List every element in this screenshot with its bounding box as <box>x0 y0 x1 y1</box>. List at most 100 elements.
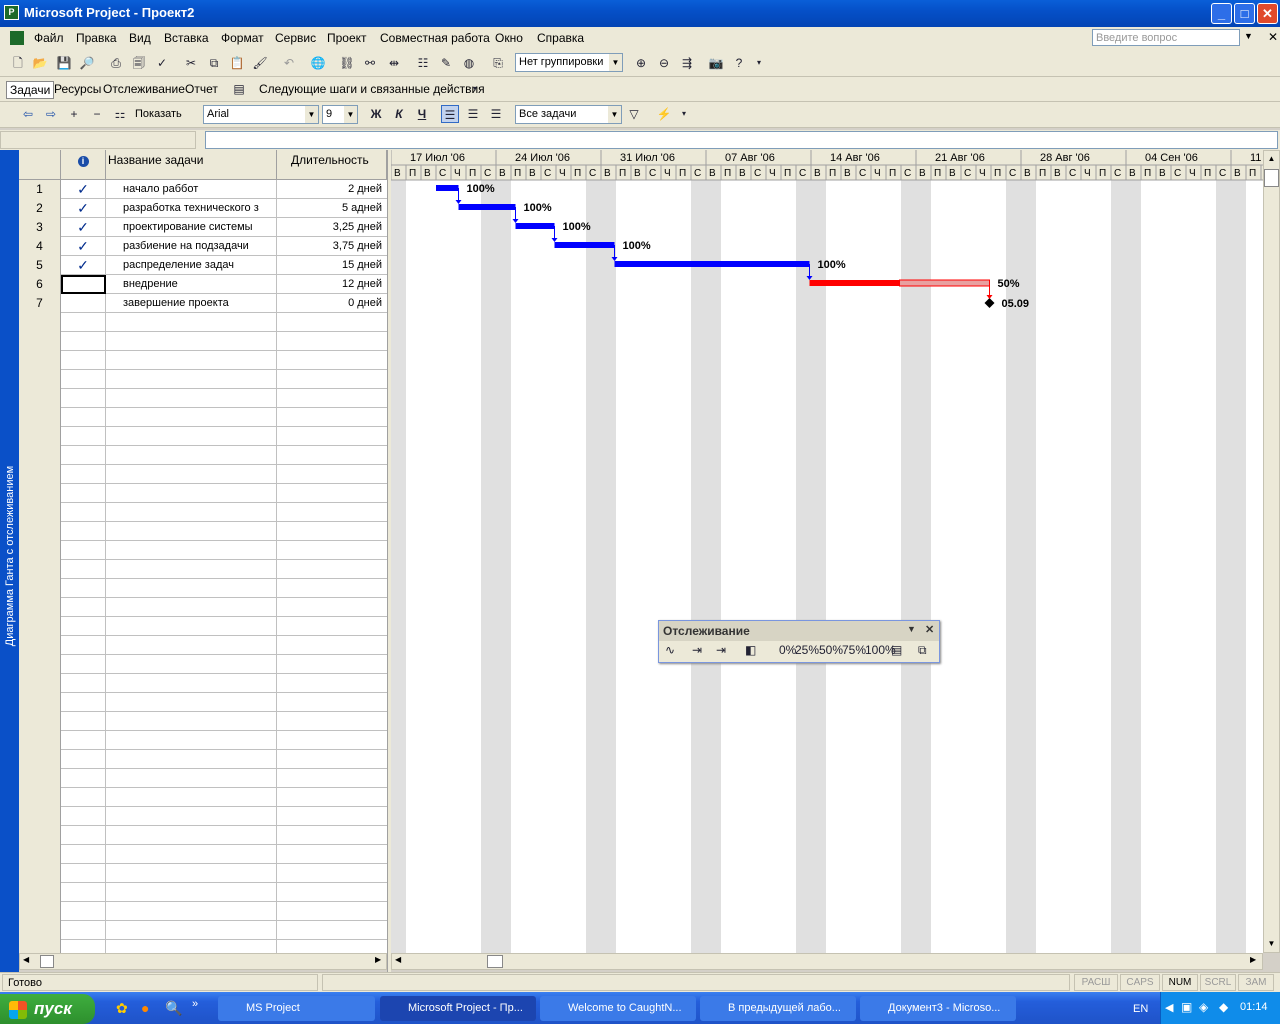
duration-cell[interactable] <box>277 446 385 465</box>
duration-cell[interactable] <box>277 541 385 560</box>
table-row[interactable] <box>19 788 387 807</box>
duration-cell[interactable] <box>277 522 385 541</box>
table-row[interactable] <box>19 826 387 845</box>
format-painter-icon[interactable]: 🖌 <box>251 54 269 72</box>
task-name-cell[interactable] <box>106 636 277 655</box>
row-id[interactable] <box>19 940 61 953</box>
quicklaunch-icon[interactable]: ✿ <box>116 1000 128 1017</box>
scroll-left-icon[interactable]: ◀ <box>23 955 29 964</box>
task-name-cell[interactable]: разбиение на подзадачи <box>106 237 277 256</box>
task-name-cell[interactable] <box>106 351 277 370</box>
next-steps-menu[interactable]: Следующие шаги и связанные действия <box>259 82 485 96</box>
copy-icon[interactable]: ⧉ <box>205 54 223 72</box>
row-id[interactable] <box>19 864 61 883</box>
scroll-thumb[interactable] <box>40 955 54 968</box>
duration-cell[interactable] <box>277 883 385 902</box>
spelling-icon[interactable]: ✓ <box>153 54 171 72</box>
row-id[interactable] <box>19 446 61 465</box>
zoom-out-icon[interactable]: ⊖ <box>655 54 673 72</box>
duration-cell[interactable] <box>277 579 385 598</box>
duration-cell[interactable] <box>277 351 385 370</box>
duration-cell[interactable]: 3,25 дней <box>277 218 385 237</box>
taskbar-item-ms-project-folder[interactable]: MS Project <box>218 996 375 1021</box>
duration-cell[interactable]: 12 дней <box>277 275 385 294</box>
new-icon[interactable]: 🗋 <box>9 54 27 72</box>
table-row[interactable] <box>19 674 387 693</box>
table-row[interactable] <box>19 598 387 617</box>
doc-icon[interactable] <box>10 31 24 45</box>
update-as-scheduled-icon[interactable]: ⇥ <box>692 643 702 657</box>
table-row[interactable] <box>19 313 387 332</box>
table-row[interactable] <box>19 446 387 465</box>
table-row[interactable]: 7 завершение проекта 0 дней <box>19 294 387 313</box>
row-id[interactable] <box>19 674 61 693</box>
start-button[interactable]: пуск <box>0 994 95 1024</box>
workgroup-icon[interactable]: ⧉ <box>918 643 927 658</box>
hyperlink-icon[interactable]: 🌐 <box>309 54 327 72</box>
row-id[interactable] <box>19 769 61 788</box>
tracking-toolbar[interactable]: Отслеживание ▼ ✕ ∿ ⇥ ⇥ ◧ 0% 25% 50% 75% … <box>658 620 940 663</box>
task-name-cell[interactable] <box>106 427 277 446</box>
preview-icon[interactable]: 🗐 <box>130 54 148 72</box>
show-subtasks-icon[interactable]: + <box>65 105 83 123</box>
header-id[interactable] <box>19 150 61 180</box>
ms-project-icon[interactable]: P <box>4 5 19 20</box>
row-id[interactable] <box>19 788 61 807</box>
task-name-cell[interactable] <box>106 750 277 769</box>
row-id[interactable] <box>19 883 61 902</box>
font-size-select[interactable]: 9 ▼ <box>322 105 358 124</box>
table-row[interactable] <box>19 940 387 953</box>
duration-cell[interactable] <box>277 598 385 617</box>
task-name-cell[interactable] <box>106 370 277 389</box>
close-icon[interactable]: ✕ <box>925 623 934 636</box>
table-row[interactable] <box>19 465 387 484</box>
row-id[interactable] <box>19 598 61 617</box>
project-statistics-icon[interactable]: ∿ <box>665 643 675 657</box>
duration-cell[interactable] <box>277 408 385 427</box>
menu-edit[interactable]: Правка <box>76 31 117 45</box>
cut-icon[interactable]: ✂ <box>182 54 200 72</box>
scroll-down-icon[interactable]: ▼ <box>1264 936 1279 952</box>
duration-cell[interactable] <box>277 864 385 883</box>
vertical-scrollbar[interactable]: ▲ ▼ <box>1263 150 1280 953</box>
language-indicator[interactable]: EN <box>1133 1003 1148 1015</box>
font-select[interactable]: Arial ▼ <box>203 105 319 124</box>
duration-cell[interactable] <box>277 636 385 655</box>
underline-button[interactable]: Ч <box>413 105 431 123</box>
row-id[interactable] <box>19 826 61 845</box>
link-tasks-icon[interactable]: ⛓ <box>338 54 356 72</box>
task-name-cell[interactable] <box>106 389 277 408</box>
table-row[interactable]: 1 ✓ начало раббот 2 дней <box>19 180 387 199</box>
duration-cell[interactable] <box>277 921 385 940</box>
tab-tasks[interactable]: Задачи <box>6 81 55 99</box>
assign-resources-icon[interactable]: ◍ <box>460 54 478 72</box>
hide-subtasks-icon[interactable]: − <box>88 105 106 123</box>
clock[interactable]: 01:14 <box>1240 1001 1268 1013</box>
duration-cell[interactable]: 15 дней <box>277 256 385 275</box>
row-id[interactable]: 2 <box>19 199 61 218</box>
table-horizontal-scrollbar[interactable]: ◀ ▶ <box>19 953 387 970</box>
task-name-cell[interactable] <box>106 522 277 541</box>
update-tasks-icon[interactable]: ▤ <box>891 643 902 657</box>
row-id[interactable] <box>19 560 61 579</box>
table-row[interactable] <box>19 807 387 826</box>
scroll-right-icon[interactable]: ▶ <box>1250 955 1256 964</box>
task-name-cell[interactable]: разработка технического з <box>106 199 277 218</box>
align-right-icon[interactable]: ☰ <box>487 105 505 123</box>
duration-cell[interactable] <box>277 731 385 750</box>
chevron-down-icon[interactable]: ▼ <box>907 624 916 634</box>
duration-cell[interactable] <box>277 712 385 731</box>
task-name-cell[interactable] <box>106 769 277 788</box>
row-id[interactable] <box>19 731 61 750</box>
table-row[interactable] <box>19 712 387 731</box>
duration-cell[interactable] <box>277 845 385 864</box>
table-row[interactable] <box>19 389 387 408</box>
task-name-cell[interactable] <box>106 807 277 826</box>
tab-tracking[interactable]: Отслеживание <box>103 82 185 96</box>
task-name-cell[interactable]: завершение проекта <box>106 294 277 313</box>
table-row[interactable] <box>19 769 387 788</box>
menu-insert[interactable]: Вставка <box>164 31 209 45</box>
task-name-cell[interactable]: распределение задач <box>106 256 277 275</box>
undo-icon[interactable]: ↶ <box>280 54 298 72</box>
table-row[interactable] <box>19 522 387 541</box>
